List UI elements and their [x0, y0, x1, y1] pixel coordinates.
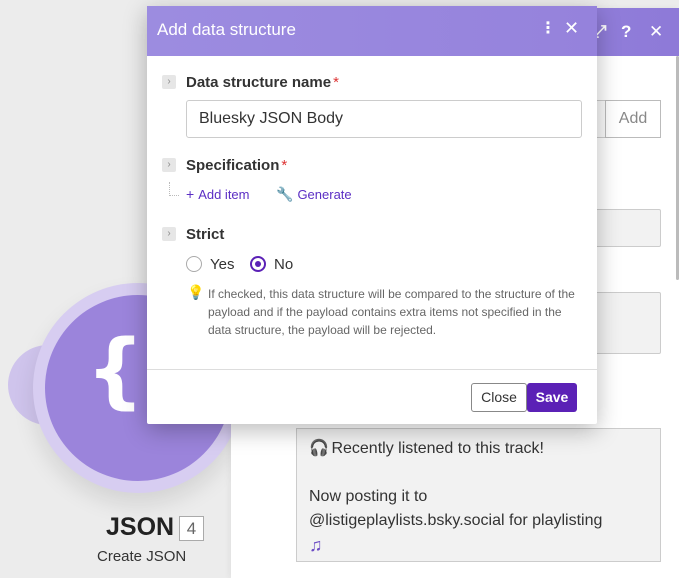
dialog-header: Add data structure ⋮ ✕: [147, 6, 597, 56]
headphones-icon: 🎧: [309, 440, 329, 457]
braces-icon: {: [86, 323, 145, 418]
chevron-right-icon[interactable]: ›: [162, 227, 176, 241]
close-button[interactable]: Close: [471, 383, 527, 412]
add-item-button[interactable]: + Add item: [186, 186, 250, 202]
module-title: JSON: [106, 513, 175, 541]
specification-label: Specification *: [186, 157, 288, 174]
strict-hint-text: If checked, this data structure will be …: [208, 287, 575, 337]
plus-icon: +: [186, 186, 195, 202]
save-button[interactable]: Save: [527, 383, 577, 412]
required-mark: *: [281, 157, 288, 174]
close-icon[interactable]: ✕: [649, 22, 663, 42]
text-line-2: Now posting it to: [309, 488, 428, 505]
strict-no-label[interactable]: No: [274, 256, 293, 273]
strict-no-radio[interactable]: [250, 256, 266, 272]
wrench-icon: 🔧: [276, 186, 294, 202]
dialog-close-icon[interactable]: ✕: [564, 19, 579, 37]
data-structure-name-label: Data structure name *: [186, 74, 339, 91]
required-mark: *: [333, 74, 339, 91]
chevron-right-icon[interactable]: ›: [162, 158, 176, 172]
generate-button[interactable]: 🔧 Generate: [276, 186, 352, 203]
text-body-field[interactable]: 🎧 Recently listened to this track! Now p…: [296, 428, 661, 562]
module-subtitle: Create JSON: [97, 548, 187, 565]
lightbulb-icon: 💡: [187, 284, 205, 300]
tree-connector: [169, 182, 179, 196]
text-line-3: @listigeplaylists.bsky.social for playli…: [309, 512, 603, 529]
dialog-title: Add data structure: [157, 20, 296, 39]
module-id-badge: 4: [179, 516, 204, 541]
help-icon[interactable]: ?: [621, 22, 631, 42]
chevron-right-icon[interactable]: ›: [162, 75, 176, 89]
text-line-1: 🎧 Recently listened to this track!: [309, 437, 648, 461]
strict-yes-label[interactable]: Yes: [210, 256, 234, 273]
dialog-footer-divider: [147, 369, 597, 370]
strict-label: Strict: [186, 226, 225, 243]
more-options-icon[interactable]: ⋮: [540, 21, 556, 37]
strict-yes-radio[interactable]: [186, 256, 202, 272]
music-note-icon: ♫: [309, 535, 323, 555]
add-data-structure-dialog: Add data structure ⋮ ✕ › Data structure …: [147, 6, 597, 424]
add-structure-button[interactable]: Add: [605, 100, 661, 138]
data-structure-name-input[interactable]: [186, 100, 582, 138]
